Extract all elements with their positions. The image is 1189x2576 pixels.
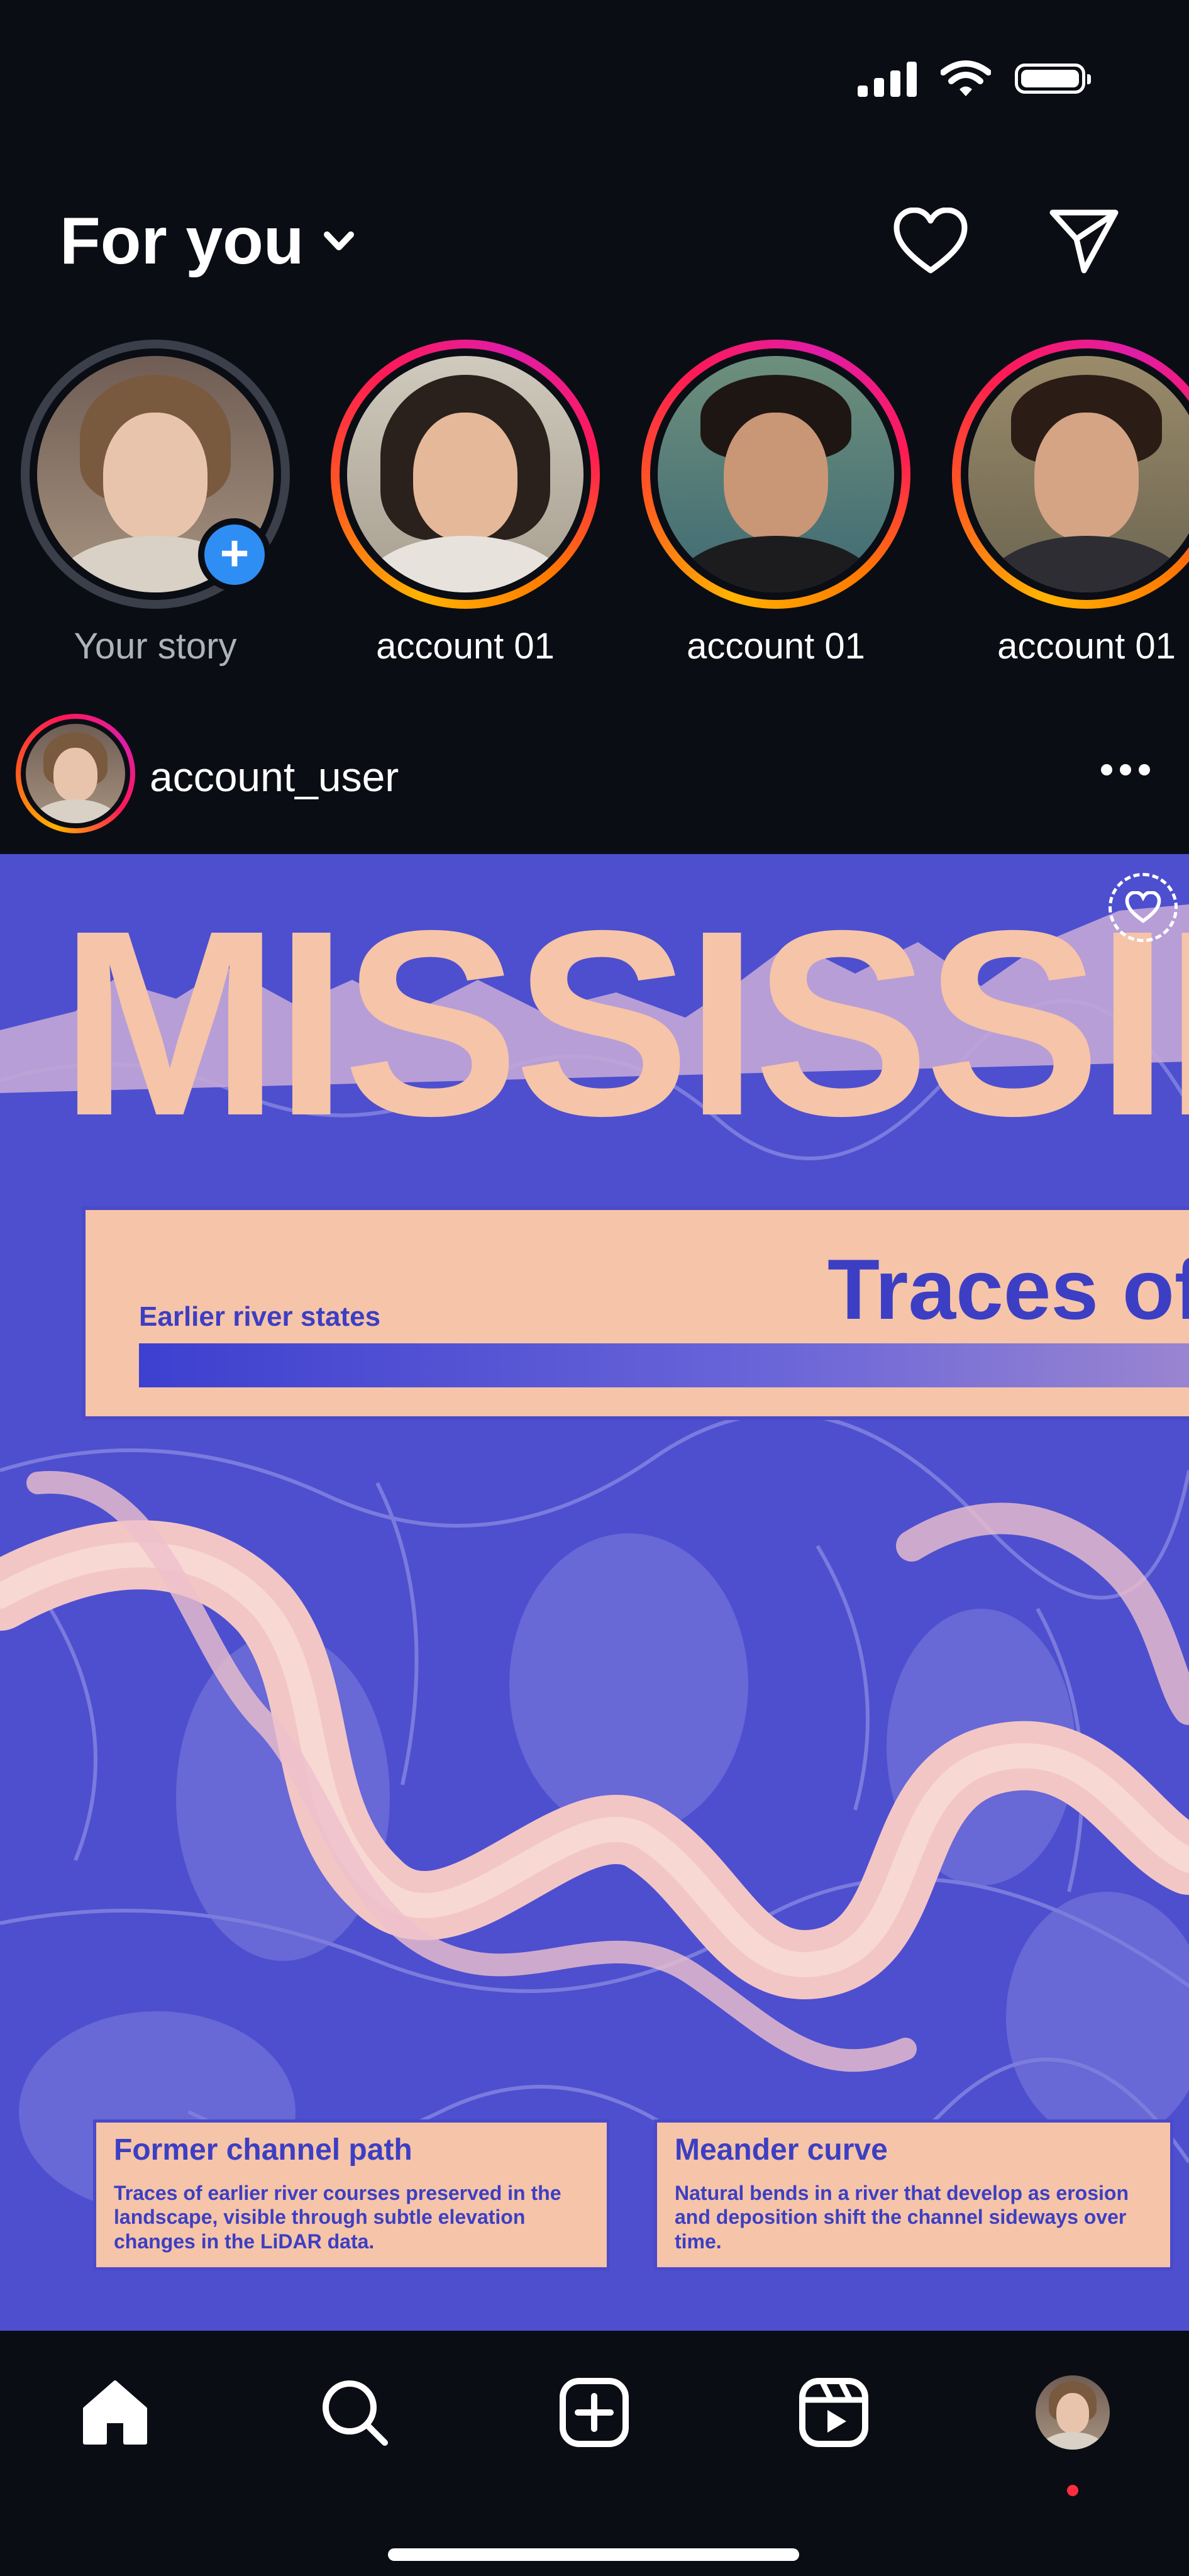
status-bar — [858, 60, 1091, 97]
banner-title: Traces of — [827, 1241, 1189, 1337]
story-account[interactable]: account 01 — [641, 340, 911, 667]
post-author-avatar[interactable] — [16, 714, 135, 833]
banner-subtitle: Earlier river states — [139, 1301, 381, 1332]
chevron-down-icon — [323, 231, 354, 250]
reels-icon[interactable] — [790, 2368, 878, 2457]
story-label: account 01 — [997, 626, 1176, 667]
info-card-channel: Former channel path Traces of earlier ri… — [93, 2119, 610, 2270]
card-text: Traces of earlier river courses preserve… — [114, 2182, 561, 2253]
page-title: For you — [60, 204, 304, 278]
add-story-icon[interactable]: + — [198, 518, 271, 591]
avatar — [658, 356, 894, 592]
story-account[interactable]: account 01 — [951, 340, 1189, 667]
send-icon[interactable] — [1049, 208, 1119, 274]
gradient-bar — [139, 1343, 1189, 1387]
search-icon[interactable] — [311, 2368, 399, 2457]
card-text: Natural bends in a river that develop as… — [675, 2182, 1129, 2253]
headline-text: MISSISSIP — [60, 876, 1189, 1171]
avatar — [347, 356, 583, 592]
post-image[interactable]: MISSISSIP Traces of Earlier river states… — [0, 854, 1189, 2331]
card-title: Former channel path — [114, 2133, 412, 2167]
avatar — [1036, 2375, 1110, 2450]
story-label: account 01 — [376, 626, 555, 667]
feed-selector[interactable]: For you — [60, 208, 355, 274]
create-icon[interactable] — [550, 2368, 638, 2457]
signal-icon — [858, 60, 917, 97]
battery-icon — [1015, 64, 1091, 94]
story-account[interactable]: account 01 — [330, 340, 600, 667]
saved-heart-icon[interactable] — [1109, 873, 1178, 942]
heart-icon[interactable] — [893, 208, 968, 277]
info-card-meander: Meander curve Natural bends in a river t… — [654, 2119, 1173, 2270]
story-label: Your story — [74, 626, 237, 667]
card-title: Meander curve — [675, 2133, 888, 2167]
story-label: account 01 — [687, 626, 865, 667]
post-username[interactable]: account_user — [150, 753, 399, 801]
notification-dot — [1067, 2485, 1078, 2496]
home-icon[interactable] — [71, 2368, 159, 2457]
post-header: account_user — [16, 714, 1189, 833]
wifi-icon — [941, 60, 991, 96]
title-banner: Traces of Earlier river states — [82, 1206, 1189, 1420]
avatar — [26, 724, 125, 823]
story-your-story[interactable]: + Your story — [20, 340, 290, 667]
profile-avatar[interactable] — [1029, 2368, 1117, 2457]
bottom-nav — [0, 2331, 1189, 2576]
more-options-icon[interactable] — [1101, 764, 1150, 775]
avatar — [968, 356, 1189, 592]
home-indicator[interactable] — [388, 2548, 799, 2561]
